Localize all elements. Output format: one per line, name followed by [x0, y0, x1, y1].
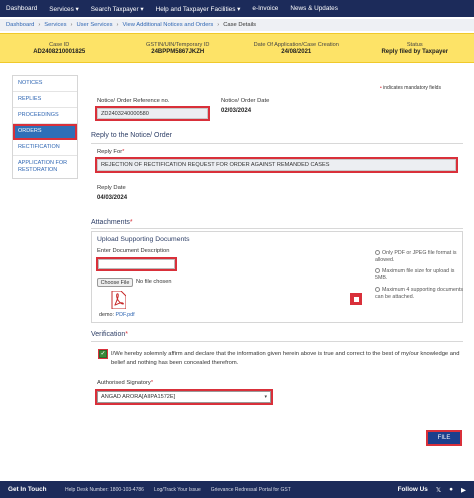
no-file-chosen-text: No file chosen: [136, 279, 172, 285]
reply-for-label-text: Reply For: [97, 149, 123, 155]
file-button[interactable]: FILE: [426, 430, 462, 446]
sidebar-item-application-for-restoration[interactable]: APPLICATION FOR RESTORATION: [13, 156, 77, 178]
reply-section-title: Reply to the Notice/ Order: [91, 132, 172, 139]
pdf-file-icon: [111, 291, 126, 309]
info-icon: [375, 250, 380, 255]
sidebar-item-proceedings[interactable]: PROCEEDINGS: [13, 108, 77, 124]
reply-date-value: 04/03/2024: [97, 195, 128, 201]
declaration-text: I/We hereby solemnly affirm and declare …: [111, 351, 460, 366]
demo-prefix: demo:: [99, 312, 114, 318]
footer: Get In Touch Help Desk Number: 1800-103-…: [0, 481, 474, 498]
required-star: *: [122, 149, 125, 155]
reply-section-divider: [91, 143, 463, 144]
authorised-signatory-label: Authorised Signatory*: [97, 380, 153, 386]
status-label: Status: [406, 41, 423, 48]
note-max-documents-text: Maximum 4 supporting documents can be at…: [375, 287, 463, 300]
breadcrumb-case-details: Case Details: [223, 22, 257, 28]
sidebar-item-notices[interactable]: NOTICES: [13, 76, 77, 92]
breadcrumb-separator: ›: [38, 22, 41, 28]
case-sidebar: NOTICES REPLIES PROCEEDINGS ORDERS RECTI…: [12, 75, 78, 179]
footer-follow-us: Follow Us: [397, 486, 428, 493]
note-file-format-text: Only PDF or JPEG file format is allowed.: [375, 250, 457, 263]
footer-grievance-portal[interactable]: Grievance Redressal Portal for GST: [211, 487, 291, 493]
status-value: Reply filed by Taxpayer: [381, 48, 449, 55]
mandatory-note-text: indicates mandatory fields: [383, 85, 441, 91]
order-reference-field: ZD2403240000580: [95, 106, 210, 121]
chevron-down-icon: ▾: [264, 394, 267, 400]
verification-divider: [91, 341, 463, 342]
signatory-selected-value: ANGAD ARORA[AIIPA1572E]: [101, 394, 176, 400]
breadcrumb-user-services[interactable]: User Services: [76, 22, 112, 28]
nav-help-taxpayer-facilities[interactable]: Help and Taxpayer Facilities ▾: [150, 0, 247, 17]
footer-help-desk-number[interactable]: Help Desk Number: 1800-103-4786: [65, 487, 144, 493]
demo-file-text: demo: PDF.pdf: [99, 312, 135, 318]
note-file-format: Only PDF or JPEG file format is allowed.: [375, 250, 467, 264]
gstin-label: GSTIN/UIN/Temporary ID: [146, 41, 210, 48]
breadcrumb: Dashboard › Services › User Services › V…: [0, 19, 474, 31]
delete-attachment-button[interactable]: [350, 293, 362, 305]
nav-e-invoice[interactable]: e-Invoice: [246, 0, 284, 17]
facebook-icon[interactable]: ●: [449, 486, 453, 493]
order-date-value: 02/03/2024: [221, 108, 252, 114]
signatory-label-text: Authorised Signatory: [97, 380, 151, 386]
gstin-column: GSTIN/UIN/Temporary ID 24BPPM5867JKZH: [119, 34, 238, 62]
info-icon: [375, 268, 380, 273]
case-id-column: Case ID AD2408210001825: [0, 34, 119, 62]
order-reference-label: Notice/ Order Reference no.: [97, 98, 170, 104]
upload-documents-title: Upload Supporting Documents: [97, 236, 190, 243]
youtube-icon[interactable]: ▶: [461, 486, 466, 494]
breadcrumb-separator: ›: [70, 22, 73, 28]
document-description-input[interactable]: [96, 257, 177, 271]
nav-search-taxpayer[interactable]: Search Taxpayer ▾: [85, 0, 150, 17]
demo-pdf-link[interactable]: PDF.pdf: [115, 312, 134, 318]
case-id-value: AD2408210001825: [33, 48, 86, 55]
breadcrumb-additional-notices[interactable]: View Additional Notices and Orders: [122, 22, 213, 28]
verification-title-text: Verification: [91, 331, 126, 338]
application-date-label: Date Of Application/Case Creation: [253, 41, 339, 48]
sidebar-item-rectification[interactable]: RECTIFICATION: [13, 140, 77, 156]
sidebar-item-replies[interactable]: REPLIES: [13, 92, 77, 108]
required-star: *: [150, 380, 154, 386]
order-date-label: Notice/ Order Date: [221, 98, 270, 104]
choose-file-button[interactable]: Choose File: [97, 278, 133, 287]
breadcrumb-dashboard[interactable]: Dashboard: [6, 22, 34, 28]
trash-icon: [353, 296, 359, 302]
nav-news-updates[interactable]: News & Updates: [284, 0, 344, 17]
case-info-bar: Case ID AD2408210001825 GSTIN/UIN/Tempor…: [0, 33, 474, 63]
declaration-checkbox[interactable]: ✓: [98, 349, 108, 359]
nav-dashboard[interactable]: Dashboard: [0, 0, 43, 17]
attachments-title-text: Attachments: [91, 219, 130, 226]
gstin-value: 24BPPM5867JKZH: [151, 48, 205, 55]
sidebar-item-orders[interactable]: ORDERS: [13, 124, 77, 140]
attachments-section-title: Attachments*: [91, 219, 133, 226]
footer-track-issue[interactable]: Log/Track Your Issue: [154, 487, 201, 493]
reply-for-label: Reply For*: [97, 149, 124, 155]
info-icon: [375, 287, 380, 292]
application-date-column: Date Of Application/Case Creation 24/08/…: [237, 34, 356, 62]
x-twitter-icon[interactable]: 𝕏: [436, 486, 441, 494]
application-date-value: 24/08/2021: [281, 48, 312, 55]
note-file-size-text: Maximum file size for upload is 5MB.: [375, 268, 455, 281]
status-column: Status Reply filed by Taxpayer: [356, 34, 474, 62]
footer-get-in-touch: Get In Touch: [8, 486, 47, 493]
note-max-documents: Maximum 4 supporting documents can be at…: [375, 287, 467, 301]
top-navigation: Dashboard Services ▾ Search Taxpayer ▾ H…: [0, 0, 474, 17]
note-file-size: Maximum file size for upload is 5MB.: [375, 268, 467, 282]
required-star: •: [380, 85, 382, 91]
mandatory-fields-note: • indicates mandatory fields: [380, 85, 441, 91]
required-star: *: [129, 219, 133, 226]
attachments-divider: [91, 228, 463, 229]
authorised-signatory-select[interactable]: ANGAD ARORA[AIIPA1572E] ▾: [95, 389, 273, 405]
breadcrumb-separator: ›: [217, 22, 220, 28]
breadcrumb-services[interactable]: Services: [44, 22, 66, 28]
verification-section-title: Verification*: [91, 331, 128, 338]
reply-for-field: REJECTION OF RECTIFICATION REQUEST FOR O…: [95, 157, 458, 173]
breadcrumb-separator: ›: [116, 22, 119, 28]
required-star: *: [125, 331, 128, 338]
document-description-label: Enter Document Description: [97, 248, 170, 254]
nav-services[interactable]: Services ▾: [43, 0, 85, 17]
reply-date-label: Reply Date: [97, 185, 126, 191]
case-id-label: Case ID: [49, 41, 70, 48]
